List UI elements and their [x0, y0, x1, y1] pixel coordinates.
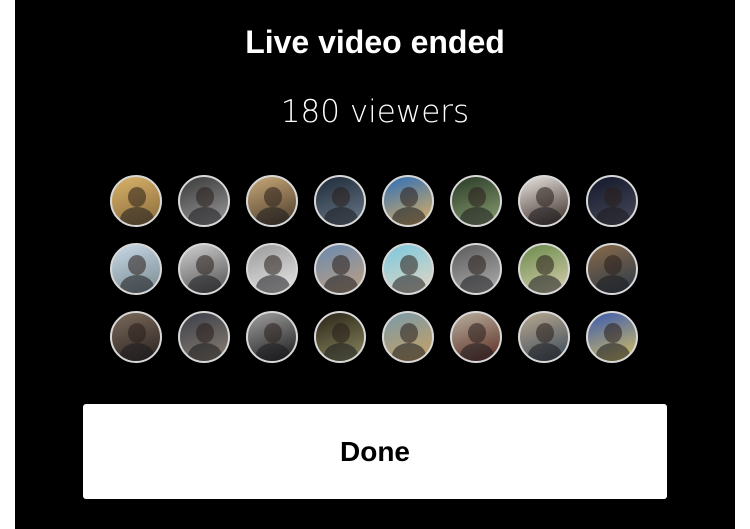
viewer-avatar[interactable] — [246, 175, 298, 227]
done-button[interactable]: Done — [83, 404, 667, 499]
avatar-silhouette-head — [468, 323, 486, 343]
avatar-silhouette-head — [468, 255, 486, 275]
live-ended-screen: Live video ended 180 viewers Done — [15, 0, 735, 529]
avatar-silhouette-body — [120, 343, 154, 361]
avatar-silhouette-head — [264, 187, 282, 207]
avatar-silhouette-body — [460, 207, 494, 225]
viewer-avatar[interactable] — [110, 175, 162, 227]
avatar-silhouette-head — [536, 255, 554, 275]
avatar-silhouette-body — [596, 275, 630, 293]
avatar-silhouette-head — [196, 255, 214, 275]
avatar-silhouette-head — [604, 255, 622, 275]
viewer-avatar[interactable] — [518, 311, 570, 363]
avatar-silhouette-head — [604, 323, 622, 343]
avatar-silhouette-body — [528, 275, 562, 293]
avatar-silhouette-body — [120, 207, 154, 225]
viewer-avatar[interactable] — [246, 243, 298, 295]
avatar-silhouette-body — [324, 275, 358, 293]
avatar-silhouette-body — [188, 343, 222, 361]
avatar-silhouette-head — [536, 187, 554, 207]
avatar-silhouette-head — [128, 255, 146, 275]
avatar-silhouette-body — [188, 207, 222, 225]
viewer-avatar[interactable] — [450, 175, 502, 227]
viewer-avatar[interactable] — [382, 243, 434, 295]
viewer-avatar[interactable] — [178, 175, 230, 227]
avatar-silhouette-body — [460, 343, 494, 361]
avatar-silhouette-body — [256, 343, 290, 361]
viewer-avatar[interactable] — [586, 175, 638, 227]
avatar-silhouette-body — [528, 207, 562, 225]
avatar-silhouette-head — [128, 187, 146, 207]
avatar-silhouette-head — [400, 323, 418, 343]
viewer-avatar[interactable] — [586, 243, 638, 295]
avatar-silhouette-head — [332, 187, 350, 207]
viewer-avatar[interactable] — [518, 243, 570, 295]
avatar-silhouette-body — [324, 207, 358, 225]
viewer-avatar[interactable] — [110, 311, 162, 363]
avatar-silhouette-head — [468, 187, 486, 207]
avatar-silhouette-head — [264, 323, 282, 343]
avatar-silhouette-body — [460, 275, 494, 293]
viewer-avatar[interactable] — [110, 243, 162, 295]
viewer-avatar[interactable] — [382, 311, 434, 363]
viewer-avatar[interactable] — [314, 311, 366, 363]
avatar-silhouette-body — [256, 275, 290, 293]
avatar-silhouette-head — [400, 255, 418, 275]
viewer-count: 180 viewers — [280, 94, 470, 130]
avatar-silhouette-body — [392, 343, 426, 361]
avatar-silhouette-head — [196, 187, 214, 207]
viewer-avatar[interactable] — [314, 243, 366, 295]
avatar-silhouette-body — [256, 207, 290, 225]
avatar-silhouette-body — [596, 343, 630, 361]
avatar-silhouette-head — [400, 187, 418, 207]
viewer-avatar[interactable] — [450, 311, 502, 363]
viewer-avatar[interactable] — [246, 311, 298, 363]
viewer-avatar[interactable] — [518, 175, 570, 227]
avatar-silhouette-head — [196, 323, 214, 343]
avatar-silhouette-body — [528, 343, 562, 361]
avatar-silhouette-body — [392, 207, 426, 225]
page-title: Live video ended — [245, 24, 505, 60]
avatar-silhouette-head — [332, 323, 350, 343]
viewer-avatar[interactable] — [382, 175, 434, 227]
viewer-avatar[interactable] — [178, 243, 230, 295]
viewer-avatar[interactable] — [586, 311, 638, 363]
viewer-avatar-grid — [110, 175, 640, 363]
avatar-silhouette-head — [536, 323, 554, 343]
avatar-silhouette-body — [120, 275, 154, 293]
avatar-silhouette-head — [604, 187, 622, 207]
avatar-silhouette-body — [596, 207, 630, 225]
viewer-avatar[interactable] — [450, 243, 502, 295]
viewer-avatar[interactable] — [314, 175, 366, 227]
avatar-silhouette-body — [324, 343, 358, 361]
avatar-silhouette-head — [332, 255, 350, 275]
avatar-silhouette-body — [392, 275, 426, 293]
avatar-silhouette-head — [264, 255, 282, 275]
avatar-silhouette-head — [128, 323, 146, 343]
avatar-silhouette-body — [188, 275, 222, 293]
viewer-avatar[interactable] — [178, 311, 230, 363]
